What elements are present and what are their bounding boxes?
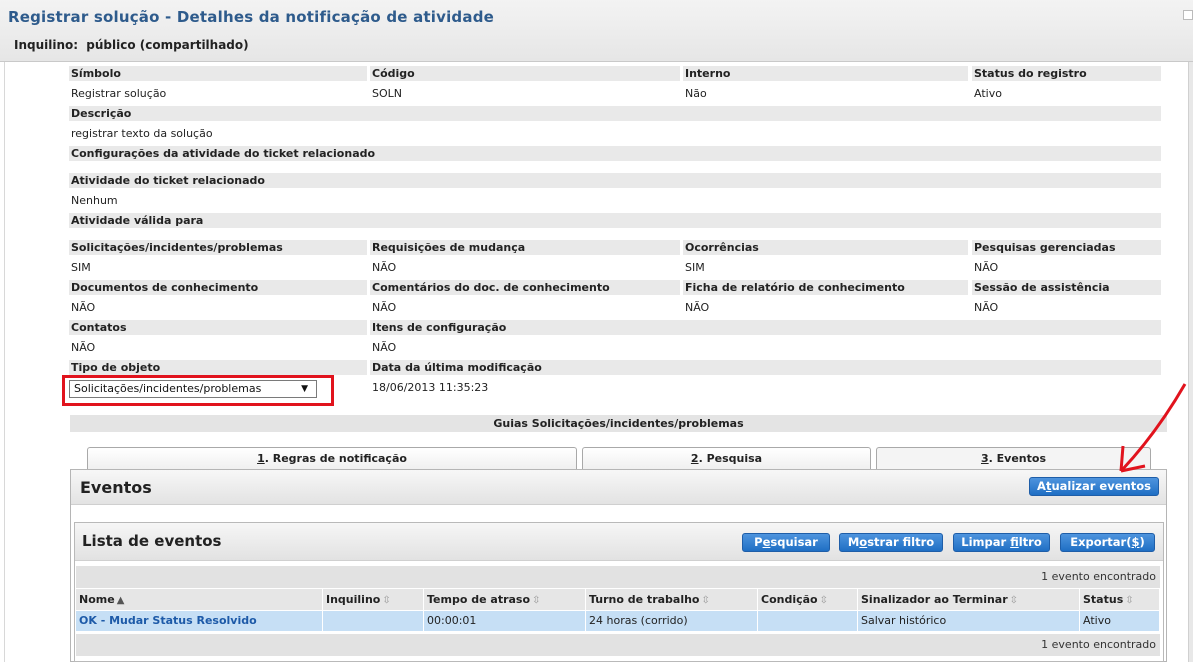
assist-session-value: NÃO (974, 301, 999, 314)
sort-icon: ⇳ (701, 595, 710, 606)
row-shift: 24 horas (corrido) (586, 611, 758, 631)
scrollbar[interactable] (1188, 62, 1193, 662)
row-tenant (323, 611, 424, 631)
page-title: Registrar solução - Detalhes da notifica… (8, 8, 494, 26)
knowledge-comments-value: NÃO (372, 301, 397, 314)
object-type-select[interactable]: Solicitações/incidentes/problemas ▼ (69, 380, 317, 398)
column-header-tenant[interactable]: Inquilino ⇳ (323, 589, 424, 610)
show-filter-button[interactable]: Mostrar filtro (839, 533, 943, 552)
column-header-delay[interactable]: Tempo de atraso ⇳ (424, 589, 586, 610)
tabs-section-title: Guias Solicitações/incidentes/problemas (70, 415, 1167, 432)
occurrences-label: Ocorrências (683, 240, 968, 255)
knowledge-comments-label: Comentários do doc. de conhecimento (370, 280, 680, 295)
change-requests-label: Requisições de mudança (370, 240, 680, 255)
events-panel-header (71, 470, 1166, 505)
column-header-name[interactable]: Nome ▲ (76, 589, 323, 610)
surveys-label: Pesquisas gerenciadas (972, 240, 1161, 255)
search-button[interactable]: Pesquisar (742, 533, 830, 552)
left-border (4, 62, 5, 662)
tab-label: . Regras de notificação (264, 452, 407, 465)
status-value: Ativo (974, 87, 1002, 100)
column-header-condition[interactable]: Condição ⇳ (758, 589, 858, 610)
dropdown-arrow-icon: ▼ (301, 384, 308, 394)
description-value: registrar texto da solução (71, 127, 213, 140)
tab-number: 2 (690, 452, 699, 465)
tab-notification-rules[interactable]: 1. Regras de notificação (87, 447, 577, 470)
description-label: Descrição (69, 106, 1161, 121)
row-name-link[interactable]: OK - Mudar Status Resolvido (76, 611, 323, 631)
symbol-value: Registrar solução (71, 87, 167, 100)
events-title: Eventos (80, 478, 152, 497)
sort-icon: ⇳ (1125, 595, 1134, 606)
contacts-value: NÃO (71, 341, 96, 354)
tab-number: 3 (980, 452, 989, 465)
knowledge-docs-label: Documentos de conhecimento (69, 280, 367, 295)
row-delay: 00:00:01 (424, 611, 586, 631)
tenant-line: Inquilino: público (compartilhado) (14, 38, 249, 53)
sort-icon: ⇳ (382, 595, 391, 606)
code-value: SOLN (372, 87, 402, 100)
code-label: Código (370, 66, 680, 81)
internal-label: Interno (683, 66, 968, 81)
row-status: Ativo (1080, 611, 1160, 631)
result-count-bottom: 1 evento encontrado (76, 634, 1160, 656)
assist-session-label: Sessão de assistência (972, 280, 1161, 295)
incidents-value: SIM (71, 261, 91, 274)
change-requests-value: NÃO (372, 261, 397, 274)
status-label: Status do registro (972, 66, 1161, 81)
related-activity-value: Nenhum (71, 194, 118, 207)
config-items-value: NÃO (372, 341, 397, 354)
sort-asc-icon: ▲ (116, 595, 125, 606)
last-modified-label: Data da última modificação (370, 360, 1161, 375)
valid-for-label: Atividade válida para (69, 213, 1161, 228)
column-header-status[interactable]: Status ⇳ (1080, 589, 1160, 610)
internal-value: Não (685, 87, 707, 100)
related-activity-label: Atividade do ticket relacionado (69, 173, 1161, 188)
ticket-settings-label: Configurações da atividade do ticket rel… (69, 146, 1161, 161)
result-count-top: 1 evento encontrado (76, 566, 1160, 588)
sort-icon: ⇳ (532, 595, 541, 606)
tab-number: 1 (257, 452, 265, 465)
event-list-title: Lista de eventos (82, 532, 222, 550)
object-type-label: Tipo de objeto (69, 360, 367, 375)
refresh-events-button[interactable]: Atualizar eventos (1029, 477, 1159, 496)
clear-filter-button[interactable]: Limpar filtro (953, 533, 1050, 552)
row-condition (758, 611, 858, 631)
export-button[interactable]: Exportar($) (1060, 533, 1155, 552)
knowledge-docs-value: NÃO (71, 301, 96, 314)
column-header-shift[interactable]: Turno de trabalho ⇳ (586, 589, 758, 610)
incidents-label: Solicitações/incidentes/problemas (69, 240, 367, 255)
occurrences-value: SIM (685, 261, 705, 274)
tenant-value: público (compartilhado) (86, 38, 249, 52)
tab-label: . Pesquisa (698, 452, 763, 465)
row-flag: Salvar histórico (858, 611, 1080, 631)
knowledge-report-label: Ficha de relatório de conhecimento (683, 280, 968, 295)
tab-search[interactable]: 2. Pesquisa (582, 447, 871, 470)
last-modified-value: 18/06/2013 11:35:23 (372, 381, 489, 394)
tab-events[interactable]: 3. Eventos (876, 447, 1151, 470)
sort-icon: ⇳ (1009, 595, 1019, 606)
knowledge-report-value: NÃO (685, 301, 710, 314)
object-type-selected: Solicitações/incidentes/problemas (74, 382, 262, 395)
tenant-label: Inquilino: (14, 38, 79, 52)
tab-label: . Eventos (988, 452, 1046, 465)
column-header-flag[interactable]: Sinalizador ao Terminar ⇳ (858, 589, 1080, 610)
window-control-icon[interactable] (1183, 10, 1193, 20)
config-items-label: Itens de configuração (370, 320, 1161, 335)
title-bar: Registrar solução - Detalhes da notifica… (0, 0, 1193, 62)
sort-icon: ⇳ (819, 595, 828, 606)
surveys-value: NÃO (974, 261, 999, 274)
symbol-label: Símbolo (69, 66, 367, 81)
contacts-label: Contatos (69, 320, 367, 335)
